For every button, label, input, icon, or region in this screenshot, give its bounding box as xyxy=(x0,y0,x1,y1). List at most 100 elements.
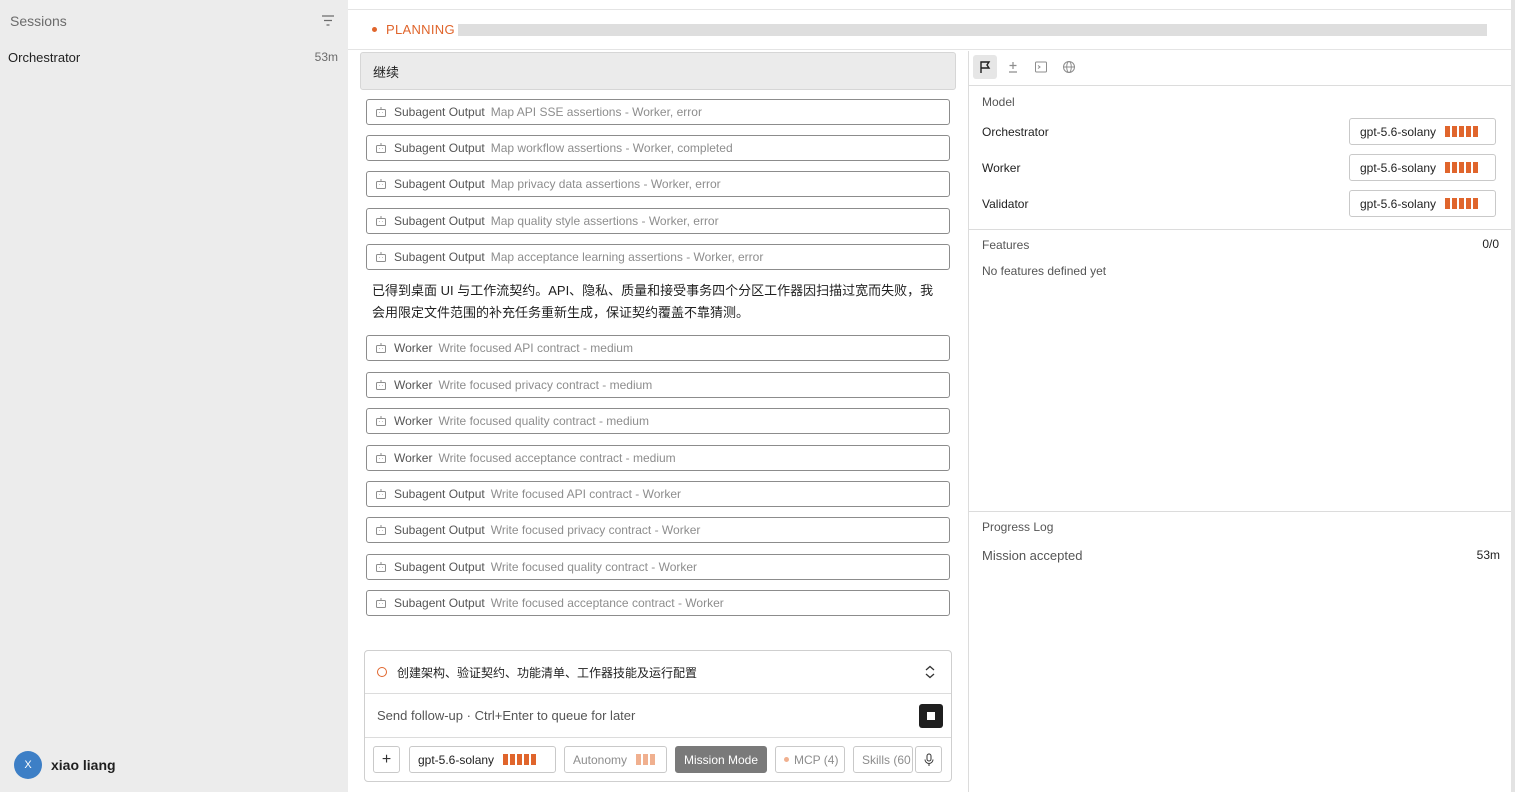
task-row[interactable]: Subagent Output Write focused API contra… xyxy=(366,481,950,507)
filter-icon[interactable] xyxy=(320,13,336,29)
task-desc: Map acceptance learning assertions - Wor… xyxy=(490,250,764,264)
task-row[interactable]: Subagent Output Write focused privacy co… xyxy=(366,517,950,543)
task-desc: Write focused privacy contract - medium xyxy=(438,378,653,392)
microphone-button[interactable] xyxy=(915,746,942,773)
task-row[interactable]: Worker Write focused API contract - medi… xyxy=(366,335,950,361)
task-kind: Worker xyxy=(394,414,433,428)
model-select[interactable]: gpt-5.6-solany xyxy=(1349,154,1496,181)
model-role: Validator xyxy=(982,197,1029,211)
task-kind: Subagent Output xyxy=(394,487,485,501)
task-kind: Subagent Output xyxy=(394,523,485,537)
model-select-label: gpt-5.6-solany xyxy=(1360,124,1437,139)
followup-placeholder: Send follow-up xyxy=(377,708,463,723)
task-desc: Map privacy data assertions - Worker, er… xyxy=(490,177,721,191)
user-message: 继续 xyxy=(360,52,956,90)
bot-icon xyxy=(376,216,386,226)
model-select-label: gpt-5.6-solany xyxy=(1360,160,1437,175)
model-role: Worker xyxy=(982,161,1021,175)
task-row[interactable]: Subagent Output Map workflow assertions … xyxy=(366,135,950,161)
sessions-header: Sessions xyxy=(10,13,336,31)
autonomy-label: Autonomy xyxy=(573,752,628,767)
pending-circle-icon xyxy=(377,667,387,677)
model-level-icon xyxy=(1445,198,1479,209)
task-kind: Subagent Output xyxy=(394,596,485,610)
mcp-label: MCP (4) xyxy=(794,752,839,767)
status-dot-icon xyxy=(372,27,377,32)
add-button[interactable]: + xyxy=(373,746,400,773)
task-row[interactable]: Worker Write focused quality contract - … xyxy=(366,408,950,434)
features-count: 0/0 xyxy=(1482,237,1499,251)
main-area: PLANNING 继续 Subagent Output Map API SSE … xyxy=(348,0,1512,792)
model-level-icon xyxy=(1445,126,1479,137)
section-divider xyxy=(969,511,1512,512)
model-row-validator: Validator gpt-5.6-solany xyxy=(982,190,1496,218)
task-desc: Map workflow assertions - Worker, comple… xyxy=(490,141,733,155)
bot-icon xyxy=(376,598,386,608)
mission-panel: Model Orchestrator gpt-5.6-solany Worker… xyxy=(968,51,1512,792)
stop-icon xyxy=(927,712,935,720)
plan-step[interactable]: 创建架构、验证契约、功能清单、工作器技能及运行配置 xyxy=(365,651,951,694)
features-empty-text: No features defined yet xyxy=(982,264,1107,278)
task-kind: Worker xyxy=(394,378,433,392)
task-kind: Subagent Output xyxy=(394,177,485,191)
task-desc: Write focused quality contract - medium xyxy=(438,414,649,428)
tab-terminal[interactable] xyxy=(1029,55,1053,79)
followup-input[interactable]: Send follow-up · Ctrl+Enter to queue for… xyxy=(377,708,635,723)
terminal-icon xyxy=(1035,61,1047,73)
task-row[interactable]: Worker Write focused privacy contract - … xyxy=(366,372,950,398)
tab-browser[interactable] xyxy=(1057,55,1081,79)
task-row[interactable]: Subagent Output Map quality style assert… xyxy=(366,208,950,234)
bot-icon xyxy=(376,380,386,390)
mcp-button[interactable]: MCP (4) xyxy=(775,746,845,773)
bot-icon xyxy=(376,453,386,463)
model-selector[interactable]: gpt-5.6-solany xyxy=(409,746,556,773)
composer-toolbar: + gpt-5.6-solany Autonomy Mission Mode M… xyxy=(365,737,951,781)
task-row[interactable]: Subagent Output Map privacy data asserti… xyxy=(366,171,950,197)
expand-collapse-icon[interactable] xyxy=(923,664,937,680)
skills-button[interactable]: Skills (60 xyxy=(853,746,913,773)
mcp-status-dot-icon xyxy=(784,757,789,762)
bot-icon xyxy=(376,416,386,426)
stop-button[interactable] xyxy=(919,704,943,728)
task-row[interactable]: Subagent Output Map acceptance learning … xyxy=(366,244,950,270)
task-kind: Subagent Output xyxy=(394,250,485,264)
panel-tabs xyxy=(969,51,1512,86)
model-level-icon xyxy=(1445,162,1479,173)
task-row[interactable]: Worker Write focused acceptance contract… xyxy=(366,445,950,471)
tab-flag[interactable] xyxy=(973,55,997,79)
autonomy-level-icon xyxy=(636,754,656,765)
task-kind: Worker xyxy=(394,341,433,355)
features-section-label: Features xyxy=(982,238,1030,252)
section-divider xyxy=(969,229,1512,230)
status-label: PLANNING xyxy=(386,22,455,37)
task-row[interactable]: Subagent Output Write focused acceptance… xyxy=(366,590,950,616)
model-row-worker: Worker gpt-5.6-solany xyxy=(982,154,1496,182)
autonomy-selector[interactable]: Autonomy xyxy=(564,746,667,773)
flag-icon xyxy=(980,61,991,73)
user-profile[interactable]: X xiao liang xyxy=(14,751,116,779)
tab-diff[interactable] xyxy=(1001,55,1025,79)
avatar: X xyxy=(14,751,42,779)
composer: 创建架构、验证契约、功能清单、工作器技能及运行配置 Send follow-up… xyxy=(364,650,952,782)
bot-icon xyxy=(376,343,386,353)
task-row[interactable]: Subagent Output Map API SSE assertions -… xyxy=(366,99,950,125)
sessions-sidebar: Sessions Orchestrator 53m X xiao liang xyxy=(0,0,348,792)
followup-hint: Ctrl+Enter to queue for later xyxy=(474,708,636,723)
window-edge xyxy=(1511,0,1515,792)
mission-mode-button[interactable]: Mission Mode xyxy=(675,746,767,773)
task-row[interactable]: Subagent Output Write focused quality co… xyxy=(366,554,950,580)
log-entry-time: 53m xyxy=(1476,548,1500,562)
model-select[interactable]: gpt-5.6-solany xyxy=(1349,190,1496,217)
bot-icon xyxy=(376,143,386,153)
model-select[interactable]: gpt-5.6-solany xyxy=(1349,118,1496,145)
globe-icon xyxy=(1063,61,1075,73)
model-selector-label: gpt-5.6-solany xyxy=(418,752,495,767)
task-desc: Write focused acceptance contract - Work… xyxy=(490,596,724,610)
task-kind: Subagent Output xyxy=(394,105,485,119)
session-item-orchestrator[interactable]: Orchestrator 53m xyxy=(0,46,348,68)
task-kind: Worker xyxy=(394,451,433,465)
bot-icon xyxy=(376,107,386,117)
bot-icon xyxy=(376,525,386,535)
session-name: Orchestrator xyxy=(8,49,81,65)
sessions-title: Sessions xyxy=(10,13,67,29)
